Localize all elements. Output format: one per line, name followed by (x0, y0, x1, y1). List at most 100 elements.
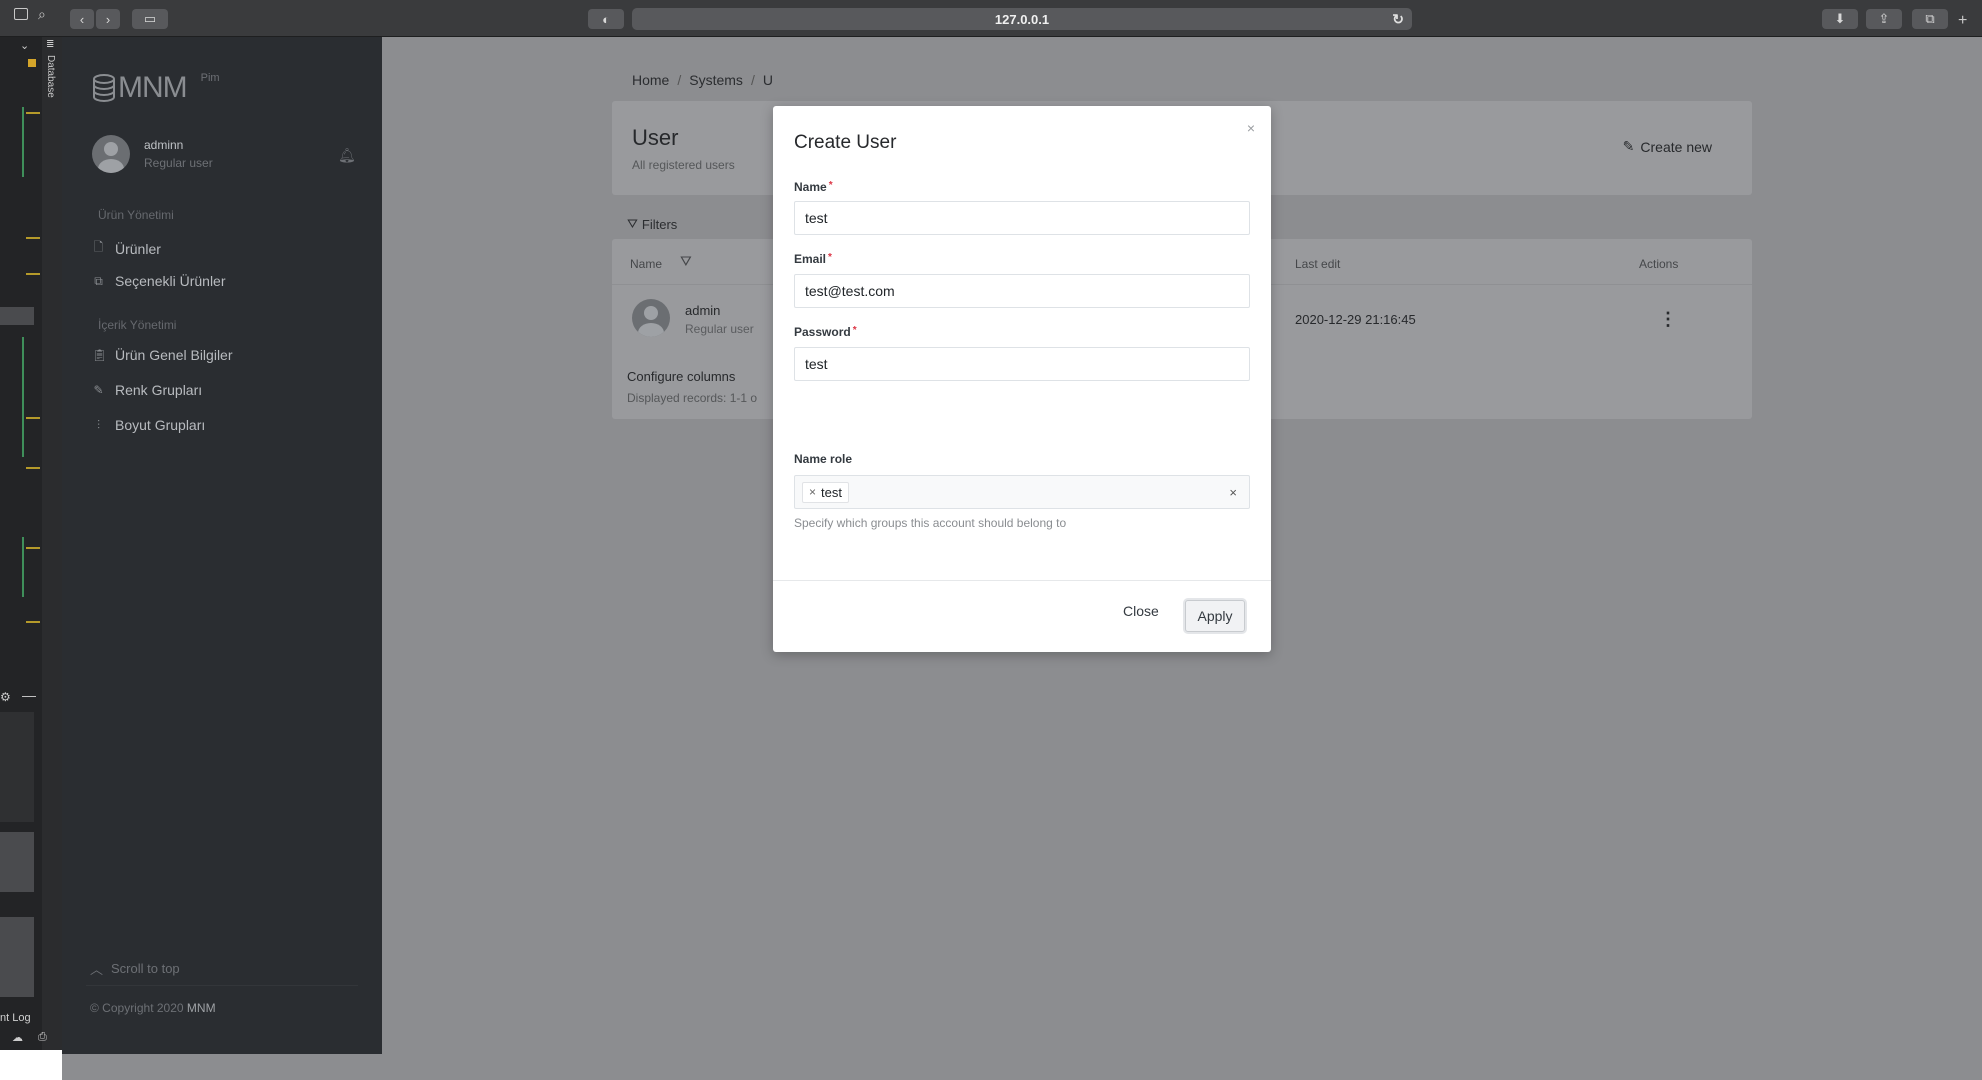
filter-icon: ⛛ (627, 216, 638, 231)
row-last-edit: 2020-12-29 21:16:45 (1295, 312, 1416, 327)
devtools-block (0, 307, 34, 325)
devtools-panel: ⌄ ⚙ — nt Log ☁ ⎙ (0, 37, 47, 1080)
name-input[interactable]: test (794, 201, 1250, 235)
column-header-name[interactable]: Name (630, 257, 662, 271)
clear-selection-icon[interactable]: × (1229, 485, 1237, 500)
copyright-brand-link[interactable]: MNM (187, 1001, 216, 1015)
page-subtitle: All registered users (632, 158, 735, 172)
password-input[interactable]: test (794, 347, 1250, 381)
section-title-urun-yonetimi: Ürün Yönetimi (98, 208, 174, 222)
name-label: Name * (794, 180, 833, 194)
marker (26, 417, 40, 419)
sidebar-toggle-button[interactable]: ▭ (132, 9, 168, 29)
tabs-button[interactable]: ⧉ (1912, 9, 1948, 29)
create-new-button[interactable]: ✎ Create new (1623, 138, 1712, 155)
close-icon[interactable]: × (1247, 120, 1255, 136)
notification-bell-icon[interactable]: 🔔︎ (338, 147, 356, 164)
required-marker: * (828, 180, 833, 191)
avatar (92, 135, 130, 173)
sidebar-item-urun-genel-bilgiler[interactable]: 📋︎ Ürün Genel Bilgiler (92, 347, 233, 363)
logo-text: MNM (118, 71, 188, 104)
download-button[interactable]: ⬇ (1822, 9, 1858, 29)
blank-area (0, 1050, 62, 1080)
logo[interactable]: MNM Pim (92, 71, 220, 105)
pencil-icon: ✎ (93, 383, 104, 397)
row-actions-menu-icon[interactable]: ⋮ (1659, 309, 1677, 330)
browser-toolbar: ⌕ ‹ › ▭ ◐ 127.0.0.1 ↻ ⬇ ⇪ ⧉ + (0, 0, 1982, 37)
sidebar-item-label: Ürünler (115, 240, 161, 257)
required-marker: * (852, 325, 857, 336)
filter-icon[interactable]: ⛛ (680, 253, 692, 270)
timeline-line (22, 337, 24, 457)
timeline-line (22, 107, 24, 177)
copy-icon: ⧉ (94, 273, 103, 288)
sidebar-item-label: Boyut Grupları (115, 417, 206, 433)
logo-subtitle: Pim (200, 72, 220, 84)
filters-toggle[interactable]: ⛛ Filters (627, 216, 677, 232)
column-header-last-edit[interactable]: Last edit (1295, 257, 1340, 271)
database-icon[interactable]: ≣ (46, 39, 54, 50)
back-button[interactable]: ‹ (70, 9, 94, 29)
displayed-records: Displayed records: 1-1 o (627, 391, 758, 405)
timeline-line (22, 537, 24, 597)
devtools-block (0, 712, 34, 822)
column-header-actions: Actions (1639, 257, 1679, 271)
section-title-icerik-yonetimi: İçerik Yönetimi (98, 318, 177, 332)
current-user[interactable]: adminn Regular user (92, 135, 213, 173)
email-input[interactable]: test@test.com (794, 274, 1250, 308)
name-role-label: Name role (794, 452, 853, 466)
panel-chevron-icon[interactable]: ⌄ (20, 39, 29, 52)
window-icon[interactable] (14, 8, 28, 20)
user-name: adminn (144, 138, 184, 152)
apply-button[interactable]: Apply (1185, 600, 1245, 632)
remove-tag-icon[interactable]: × (809, 485, 816, 499)
marker (26, 112, 40, 114)
role-multiselect[interactable]: × test × (794, 475, 1250, 509)
scroll-to-top-label: Scroll to top (111, 961, 180, 976)
marker (26, 467, 40, 469)
email-label: Email * (794, 252, 832, 266)
log-label[interactable]: nt Log (0, 1012, 31, 1024)
devtools-block (0, 832, 34, 892)
clipboard-icon: 📋︎ (92, 348, 108, 362)
reload-icon[interactable]: ↻ (1392, 11, 1404, 28)
role-tag-label: test (821, 484, 842, 500)
copyright-text: © Copyright 2020 (90, 1001, 184, 1015)
file-icon: 🗋 (93, 240, 104, 254)
name-label-text: Name (794, 180, 827, 194)
sidebar-divider (86, 985, 358, 986)
configure-columns-link[interactable]: Configure columns (627, 369, 735, 384)
sidebar-item-secenekli-urunler[interactable]: ⧉ Seçenekli Ürünler (92, 273, 225, 289)
sidebar-item-label: Ürün Genel Bilgiler (115, 347, 233, 363)
sidebar: MNM Pim adminn Regular user 🔔︎ Ürün Yöne… (62, 37, 382, 1054)
user-role: Regular user (144, 156, 213, 170)
cloud-icon[interactable]: ☁ (12, 1031, 23, 1044)
privacy-shield-icon[interactable]: ◐ (588, 9, 624, 29)
marker (28, 59, 36, 67)
share-button[interactable]: ⇪ (1866, 9, 1902, 29)
row-user-role: Regular user (685, 322, 754, 336)
sidebar-item-urunler[interactable]: 🗋 Ürünler (92, 238, 161, 259)
password-label: Password * (794, 325, 857, 339)
url-bar[interactable]: 127.0.0.1 ↻ (632, 8, 1412, 30)
password-label-text: Password (794, 325, 851, 339)
email-label-text: Email (794, 252, 827, 266)
minimize-icon[interactable]: — (22, 687, 36, 703)
sidebar-item-renk-gruplari[interactable]: ✎ Renk Grupları (92, 382, 202, 398)
close-button[interactable]: Close (1123, 603, 1159, 619)
modal-title: Create User (794, 132, 897, 153)
settings-gear-icon[interactable]: ⚙ (0, 690, 11, 704)
printer-icon[interactable]: ⎙ (38, 1031, 47, 1044)
forward-button[interactable]: › (96, 9, 120, 29)
devtools-strip: ⌄ ⚙ — nt Log ☁ ⎙ ≣ Database (0, 37, 62, 1080)
breadcrumb-home[interactable]: Home (632, 72, 669, 88)
breadcrumb-systems[interactable]: Systems (689, 72, 743, 88)
sidebar-item-boyut-gruplari[interactable]: ⫶ Boyut Grupları (92, 417, 205, 433)
chevron-up-icon: ︿ (90, 962, 104, 977)
search-icon[interactable]: ⌕ (38, 6, 46, 23)
new-tab-icon[interactable]: + (1958, 12, 1967, 30)
scroll-to-top-link[interactable]: ︿ Scroll to top (90, 959, 180, 978)
copyright: © Copyright 2020 MNM (90, 1001, 216, 1015)
role-help-text: Specify which groups this account should… (794, 516, 1067, 530)
database-tab[interactable]: Database (45, 55, 56, 98)
